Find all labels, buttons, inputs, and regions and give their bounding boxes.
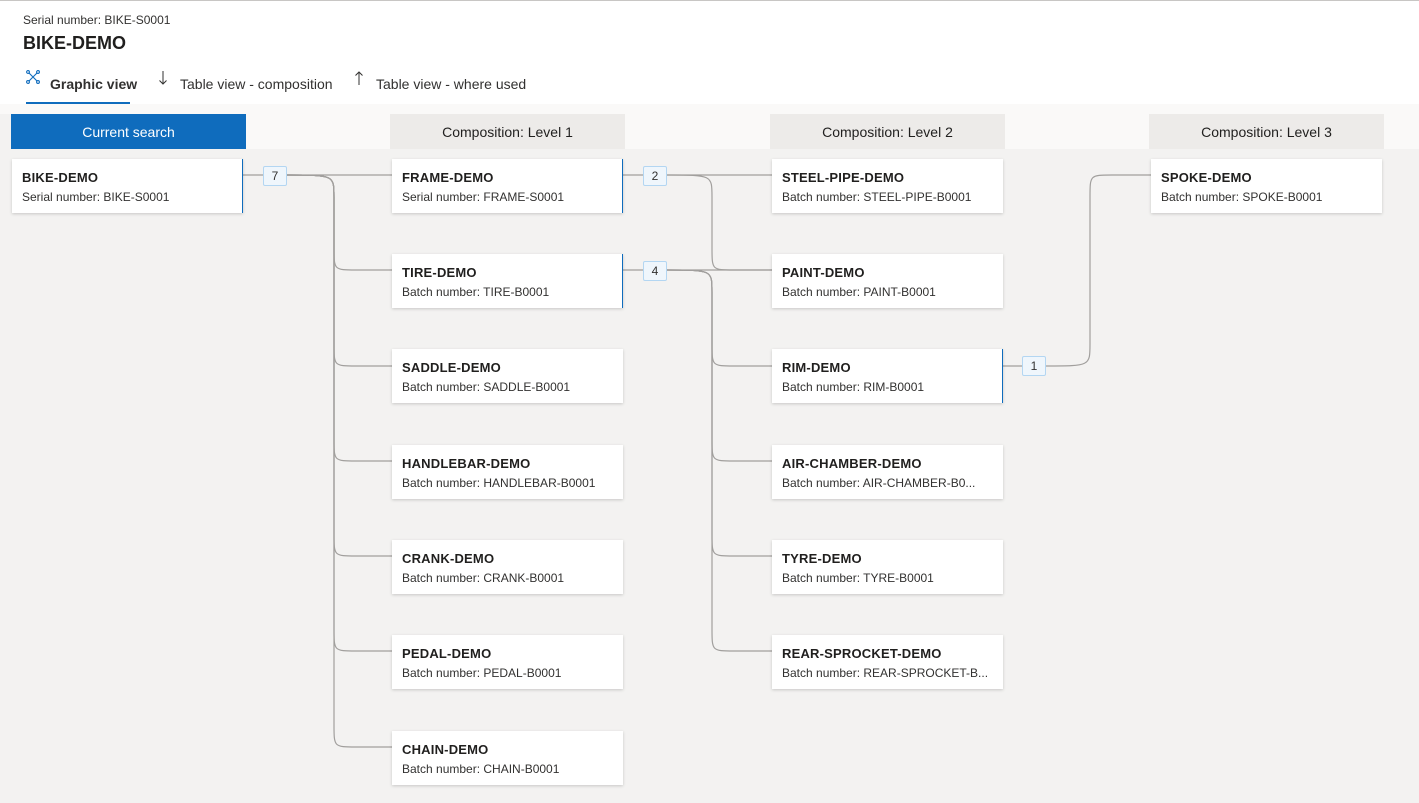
tab-table-view-where-used[interactable]: Table view - where used (352, 64, 526, 104)
node-name: CHAIN-DEMO (402, 742, 489, 757)
tab-graphic-view[interactable]: Graphic view (26, 64, 137, 104)
node-batch: Batch number: CRANK-B0001 (402, 571, 565, 585)
node-name: SADDLE-DEMO (402, 360, 501, 375)
node-batch: Batch number: REAR-SPROCKET-B... (782, 666, 989, 680)
tab-table-view-where-used-label: Table view - where used (376, 76, 527, 92)
node-serial: Serial number: BIKE-S0001 (22, 190, 170, 204)
page-title: BIKE-DEMO (23, 33, 126, 53)
graph-icon (26, 70, 40, 90)
child-count-badge[interactable]: 7 (263, 166, 287, 186)
node-level2-rear-sprocket[interactable]: REAR-SPROCKET-DEMO Batch number: REAR-SP… (772, 635, 1003, 689)
child-count-badge[interactable]: 4 (643, 261, 667, 281)
node-name: PAINT-DEMO (782, 265, 865, 280)
node-level1-pedal[interactable]: PEDAL-DEMO Batch number: PEDAL-B0001 (392, 635, 623, 689)
node-batch: Batch number: TYRE-B0001 (782, 571, 934, 585)
node-batch: Batch number: CHAIN-B0001 (402, 762, 560, 776)
node-name: STEEL-PIPE-DEMO (782, 170, 905, 185)
node-level1-crank[interactable]: CRANK-DEMO Batch number: CRANK-B0001 (392, 540, 623, 594)
node-level1-saddle[interactable]: SADDLE-DEMO Batch number: SADDLE-B0001 (392, 349, 623, 403)
node-level2-tyre[interactable]: TYRE-DEMO Batch number: TYRE-B0001 (772, 540, 1003, 594)
arrow-down-icon (156, 70, 170, 90)
node-level1-handlebar[interactable]: HANDLEBAR-DEMO Batch number: HANDLEBAR-B… (392, 445, 623, 499)
node-name: REAR-SPROCKET-DEMO (782, 646, 942, 661)
child-count-badge[interactable]: 1 (1022, 356, 1046, 376)
node-name: BIKE-DEMO (22, 170, 99, 185)
node-batch: Batch number: STEEL-PIPE-B0001 (782, 190, 972, 204)
node-name: RIM-DEMO (782, 360, 851, 375)
node-level2-air-chamber[interactable]: AIR-CHAMBER-DEMO Batch number: AIR-CHAMB… (772, 445, 1003, 499)
node-batch: Batch number: PEDAL-B0001 (402, 666, 562, 680)
node-level1-tire[interactable]: TIRE-DEMO Batch number: TIRE-B0001 (392, 254, 623, 308)
node-name: FRAME-DEMO (402, 170, 494, 185)
tab-table-view-composition[interactable]: Table view - composition (156, 64, 333, 104)
tab-graphic-view-label: Graphic view (50, 76, 138, 92)
node-name: TIRE-DEMO (402, 265, 477, 280)
node-name: TYRE-DEMO (782, 551, 862, 566)
node-level3-spoke[interactable]: SPOKE-DEMO Batch number: SPOKE-B0001 (1151, 159, 1382, 213)
node-level1-chain[interactable]: CHAIN-DEMO Batch number: CHAIN-B0001 (392, 731, 623, 785)
node-name: CRANK-DEMO (402, 551, 495, 566)
tab-table-view-composition-label: Table view - composition (180, 76, 333, 92)
node-level2-paint[interactable]: PAINT-DEMO Batch number: PAINT-B0001 (772, 254, 1003, 308)
node-batch: Batch number: PAINT-B0001 (782, 285, 936, 299)
node-batch: Batch number: AIR-CHAMBER-B0... (782, 476, 976, 490)
node-batch: Batch number: SADDLE-B0001 (402, 380, 571, 394)
node-batch: Batch number: SPOKE-B0001 (1161, 190, 1323, 204)
node-name: PEDAL-DEMO (402, 646, 492, 661)
arrow-up-icon (352, 70, 366, 90)
node-level2-rim[interactable]: RIM-DEMO Batch number: RIM-B0001 (772, 349, 1003, 403)
graph-canvas[interactable]: Current search Composition: Level 1 Comp… (0, 104, 1419, 803)
node-batch: Batch number: HANDLEBAR-B0001 (402, 476, 596, 490)
node-batch: Batch number: RIM-B0001 (782, 380, 925, 394)
node-level2-steel-pipe[interactable]: STEEL-PIPE-DEMO Batch number: STEEL-PIPE… (772, 159, 1003, 213)
page-subtitle: Serial number: BIKE-S0001 (23, 13, 171, 27)
child-count-badge[interactable]: 2 (643, 166, 667, 186)
node-name: HANDLEBAR-DEMO (402, 456, 531, 471)
node-level1-frame[interactable]: FRAME-DEMO Serial number: FRAME-S0001 (392, 159, 623, 213)
top-divider (0, 0, 1419, 1)
node-batch: Batch number: TIRE-B0001 (402, 285, 550, 299)
node-name: AIR-CHAMBER-DEMO (782, 456, 922, 471)
node-name: SPOKE-DEMO (1161, 170, 1252, 185)
node-serial: Serial number: FRAME-S0001 (402, 190, 565, 204)
node-root[interactable]: BIKE-DEMO Serial number: BIKE-S0001 (12, 159, 243, 213)
